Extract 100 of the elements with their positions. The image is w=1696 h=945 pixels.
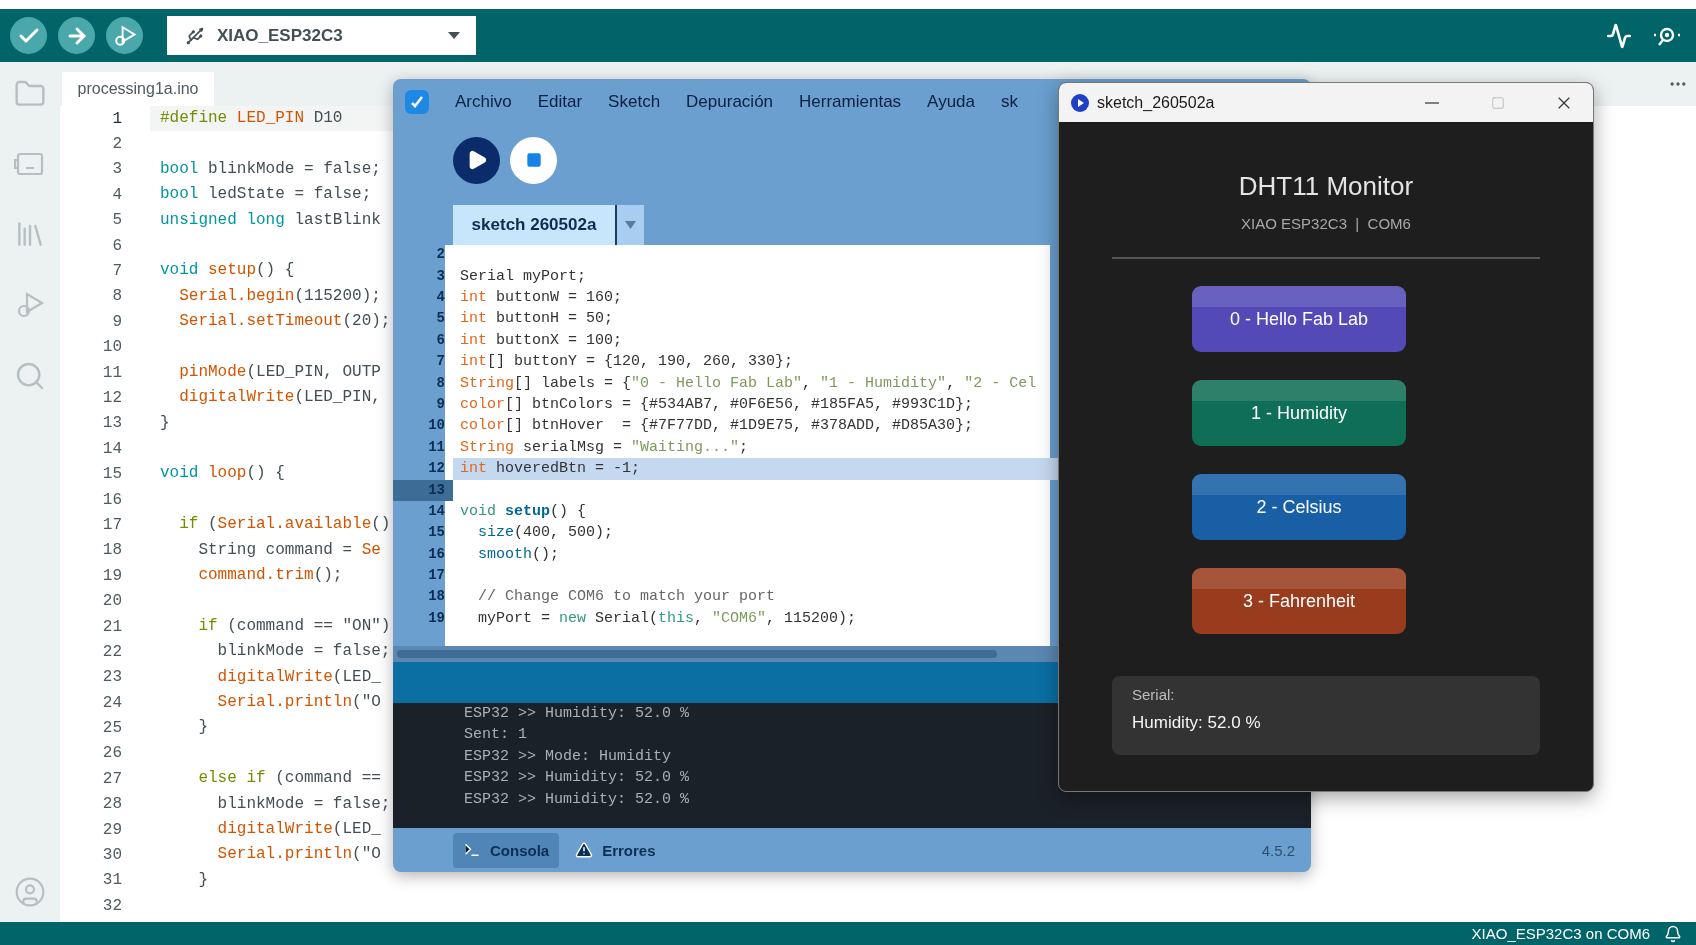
line-number: 10 (427, 416, 446, 436)
warning-icon (575, 841, 594, 859)
search-icon[interactable] (14, 360, 46, 392)
usb-icon (185, 25, 205, 46)
command-button[interactable]: 1 - Humidity (1192, 380, 1406, 446)
line-number: 18 (101, 541, 123, 560)
line-number: 17 (101, 515, 123, 534)
line-number: 11 (101, 363, 123, 382)
debug-icon (112, 23, 137, 48)
code-line: int buttonH = 50; (459, 309, 615, 330)
account-icon[interactable] (14, 876, 46, 908)
verify-button[interactable] (10, 17, 47, 54)
code-line: unsigned long lastBlink (159, 209, 382, 231)
run-button[interactable] (453, 136, 500, 184)
code-line: blinkMode = false; (216, 641, 392, 663)
menu-item[interactable]: sk (1001, 92, 1018, 112)
line-number: 15 (427, 523, 446, 543)
serial-label: Serial: (1132, 686, 1176, 703)
line-number: 12 (101, 389, 123, 407)
menu-item[interactable]: Herramientas (799, 92, 902, 112)
code-line: } (197, 717, 209, 739)
code-line: int buttonW = 160; (459, 288, 624, 308)
menu-item[interactable]: Depuración (686, 92, 774, 112)
line-number: 2 (435, 245, 446, 265)
line-number: 12 (427, 459, 446, 479)
version-text: 4.5.2 (1261, 841, 1295, 859)
console-tab[interactable]: Errores (565, 832, 666, 868)
line-number: 8 (435, 373, 446, 393)
line-number: 1 (111, 109, 123, 128)
line-number: 15 (101, 465, 123, 484)
code-line: command.trim(); (197, 565, 344, 587)
code-line: bool blinkMode = false; (159, 158, 382, 180)
line-number: 9 (435, 394, 446, 414)
serial-value: Humidity: 52.0 % (1132, 713, 1262, 733)
line-number: 13 (393, 479, 453, 501)
app-logo-icon (405, 90, 429, 114)
console-line: ESP32 >> Mode: Humidity (464, 746, 672, 767)
menu-item[interactable]: Archivo (455, 92, 512, 112)
menu-item[interactable]: Editar (537, 92, 583, 112)
line-number: 21 (101, 617, 123, 636)
upload-button[interactable] (58, 17, 95, 54)
tab-dropdown[interactable] (617, 205, 644, 245)
maximize-icon (1491, 95, 1505, 110)
menu-item[interactable]: Ayuda (927, 92, 975, 112)
line-number: 20 (101, 592, 123, 611)
command-button[interactable]: 2 - Celsius (1192, 474, 1406, 540)
line-number: 23 (101, 668, 123, 687)
scrollbar[interactable] (397, 650, 997, 658)
code-line: void loop() { (159, 463, 286, 485)
console-line: ESP32 >> Humidity: 52.0 % (464, 768, 690, 789)
command-button[interactable]: 3 - Fahrenheit (1192, 568, 1406, 634)
line-number: 18 (427, 587, 446, 607)
line-number: 16 (427, 544, 446, 564)
bell-icon[interactable] (1664, 924, 1682, 943)
code-line: int[] buttonY = {120, 190, 260, 330}; (459, 352, 795, 373)
code-line: void setup() { (459, 501, 588, 522)
line-number: 25 (101, 719, 123, 738)
line-number: 6 (435, 330, 446, 350)
serial-plotter-icon[interactable] (1606, 22, 1632, 49)
code-line: Serial.begin(115200); (178, 285, 382, 307)
file-tab[interactable]: processing1a.ino (62, 72, 214, 106)
line-number: 32 (101, 896, 123, 915)
line-number: 28 (101, 795, 123, 814)
code-line: String[] labels = {"0 - Hello Fab Lab", "1 - Humidity", "2 - Cel (459, 373, 1038, 394)
board-selector[interactable]: XIAO_ESP32C3 (167, 16, 476, 55)
code-line: // Change COM6 to match your port (477, 587, 777, 608)
code-line: else if (command == (197, 768, 382, 790)
menu-item[interactable]: Sketch (608, 92, 661, 112)
line-number: 11 (427, 437, 446, 457)
line-number: 19 (427, 608, 446, 628)
line-number: 17 (427, 566, 446, 586)
line-number: 13 (101, 414, 123, 433)
console-line: ESP32 >> Humidity: 52.0 % (464, 704, 690, 724)
line-number: 9 (111, 312, 123, 331)
code-line: smooth(); (477, 544, 561, 565)
minimize-icon (1425, 101, 1439, 104)
board-icon[interactable] (14, 150, 46, 178)
code-line: digitalWrite(LED_PIN, (178, 387, 382, 409)
code-line: digitalWrite(LED_ (216, 666, 382, 688)
line-number: 22 (101, 642, 123, 661)
debug-icon[interactable] (15, 290, 45, 320)
code-line: void setup() { (159, 260, 296, 282)
line-number: 6 (111, 236, 123, 255)
code-line: if (Serial.available() (178, 514, 392, 536)
stop-button[interactable] (510, 136, 557, 184)
code-line: } (197, 869, 209, 891)
code-line: myPort = new Serial(this, "COM6", 115200); (477, 608, 858, 629)
debug-button[interactable] (106, 17, 143, 54)
line-number: 10 (101, 338, 123, 357)
line-number: 7 (111, 262, 123, 281)
code-line: Serial.println("O (216, 844, 382, 866)
line-number: 5 (111, 211, 123, 230)
code-line: } (159, 412, 171, 434)
console-tab[interactable]: Consola (453, 832, 560, 868)
command-button[interactable]: 0 - Hello Fab Lab (1192, 286, 1406, 352)
line-number: 3 (435, 266, 446, 286)
sketch-tab[interactable]: sketch 260502a (453, 205, 617, 245)
line-number: 31 (101, 871, 123, 890)
device-subtitle: XIAO ESP32C3 | COM6 (1241, 214, 1411, 234)
line-number: 14 (101, 439, 123, 458)
